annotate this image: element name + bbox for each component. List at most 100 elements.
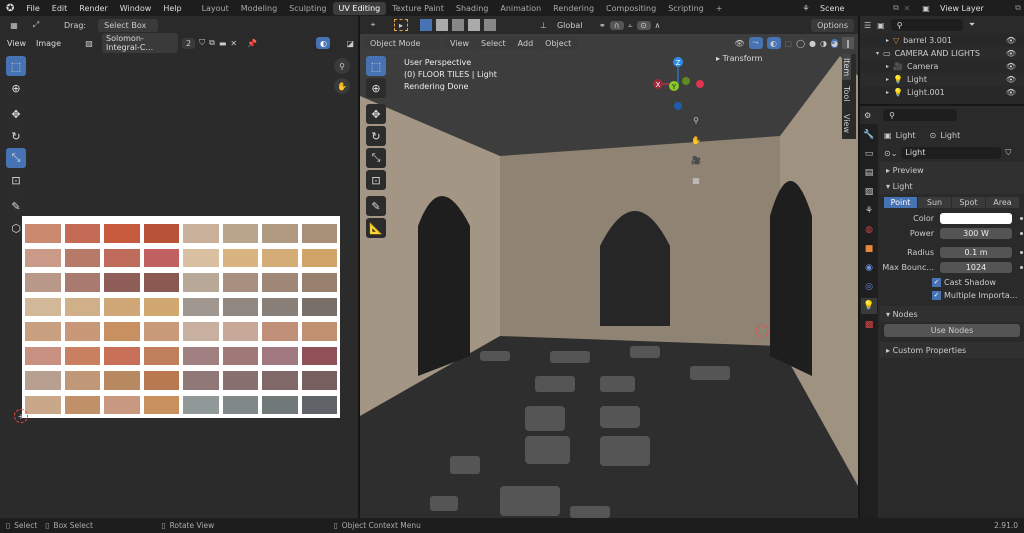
cursor-tool-icon[interactable]: ⊕ bbox=[6, 78, 26, 98]
outliner-item[interactable]: ▸ 🎥 Camera 👁 bbox=[860, 60, 1024, 73]
select-mode-subtract-icon[interactable] bbox=[452, 19, 464, 31]
annotate-tool-icon[interactable]: ✎ bbox=[6, 196, 26, 216]
visibility-eye-icon[interactable]: 👁 bbox=[1006, 36, 1016, 45]
move-tool-icon[interactable]: ✥ bbox=[6, 104, 26, 124]
keyframe-dot[interactable] bbox=[1020, 251, 1023, 254]
outliner-item[interactable]: ▾ ▭ CAMERA AND LIGHTS 👁 bbox=[860, 47, 1024, 60]
select-mode-new-icon[interactable] bbox=[420, 19, 432, 31]
render-tab-icon[interactable]: ▭ bbox=[861, 146, 877, 162]
menu-help[interactable]: Help bbox=[157, 4, 187, 13]
outliner-item[interactable]: ▸ ▽ barrel 3.001 👁 bbox=[860, 34, 1024, 47]
viewport-menu-add[interactable]: Add bbox=[511, 36, 540, 50]
menu-edit[interactable]: Edit bbox=[46, 4, 74, 13]
select-mode-intersect-icon[interactable] bbox=[484, 19, 496, 31]
light-data-tab-icon[interactable]: 💡 bbox=[861, 298, 877, 314]
view-layer-field[interactable]: View Layer bbox=[934, 2, 1012, 14]
expand-arrow-icon[interactable]: ▸ bbox=[886, 89, 889, 96]
visibility-eye-icon[interactable]: 👁 bbox=[1006, 88, 1016, 97]
viewport-menu-object[interactable]: Object bbox=[539, 36, 578, 50]
navigation-gizmo[interactable]: Z X Y bbox=[648, 54, 708, 114]
radius-field[interactable]: 0.1 m bbox=[940, 247, 1012, 258]
sidebar-tab-tool[interactable]: Tool bbox=[842, 80, 851, 108]
texture-tab-icon[interactable]: ▩ bbox=[861, 317, 877, 333]
multiple-importance-checkbox[interactable]: ✓ bbox=[932, 291, 941, 300]
scale-tool-icon[interactable]: ⤡ bbox=[6, 148, 26, 168]
pan-view-icon[interactable]: ✋ bbox=[334, 78, 350, 94]
light-type-point[interactable]: Point bbox=[884, 196, 917, 208]
expand-arrow-icon[interactable]: ▸ bbox=[886, 37, 889, 44]
pause-render-icon[interactable]: ‖ bbox=[842, 37, 854, 49]
2d-cursor-icon[interactable]: + bbox=[14, 409, 28, 423]
properties-editor-type-icon[interactable]: ⚙ bbox=[864, 111, 871, 120]
uv-menu-view[interactable]: View bbox=[4, 39, 29, 48]
vp-rotate-tool-icon[interactable]: ↻ bbox=[366, 126, 386, 146]
falloff-icon[interactable]: ∧ bbox=[655, 21, 661, 30]
blender-logo-icon[interactable]: ✪ bbox=[0, 3, 20, 14]
menu-window[interactable]: Window bbox=[114, 4, 158, 13]
transform-tool-icon[interactable]: ⊡ bbox=[6, 170, 26, 190]
viewport-menu-select[interactable]: Select bbox=[474, 36, 512, 50]
tab-modeling[interactable]: Modeling bbox=[235, 2, 283, 15]
vp-scale-tool-icon[interactable]: ⤡ bbox=[366, 148, 386, 168]
power-field[interactable]: 300 W bbox=[940, 228, 1012, 239]
properties-search[interactable]: ⚲ bbox=[883, 109, 958, 121]
color-swatch[interactable] bbox=[940, 213, 1012, 224]
tab-shading[interactable]: Shading bbox=[450, 2, 495, 15]
vp-measure-tool-icon[interactable]: 📐 bbox=[366, 218, 386, 238]
shading-wireframe-icon[interactable]: ◯ bbox=[796, 39, 805, 48]
output-tab-icon[interactable]: ▤ bbox=[861, 165, 877, 181]
duplicate-image-icon[interactable]: ⧉ bbox=[209, 38, 215, 48]
light-datablock-field[interactable]: Light bbox=[901, 147, 1002, 159]
vp-annotate-tool-icon[interactable]: ✎ bbox=[366, 196, 386, 216]
pivot-point-icon[interactable]: ⚭ bbox=[599, 21, 606, 30]
options-dropdown[interactable]: Options bbox=[811, 18, 854, 32]
rotate-tool-icon[interactable]: ↻ bbox=[6, 126, 26, 146]
scene-field[interactable]: Scene bbox=[814, 2, 890, 14]
orientation-icon[interactable]: ⊥ bbox=[540, 21, 547, 30]
copy-view-layer-icon[interactable]: ⧉ bbox=[1012, 3, 1024, 13]
pan-icon[interactable]: ✋ bbox=[688, 132, 704, 148]
expand-arrow-icon[interactable]: ▸ bbox=[886, 76, 889, 83]
tab-rendering[interactable]: Rendering bbox=[547, 2, 600, 15]
orientation-dropdown[interactable]: Global bbox=[550, 18, 595, 32]
nodes-panel-header[interactable]: ▾ Nodes bbox=[880, 306, 1024, 322]
shading-solid-icon[interactable]: ● bbox=[809, 39, 816, 48]
zoom-icon[interactable]: ⚲ bbox=[688, 112, 704, 128]
sidebar-tab-item[interactable]: Item bbox=[842, 54, 851, 81]
3d-viewport[interactable]: ⌖ ▸ ⊥ Global ⚭ ∩ ⫠ ⊙ ∧ Options Object Mo… bbox=[360, 16, 858, 518]
preview-panel-header[interactable]: ▸ Preview bbox=[880, 162, 1024, 178]
scene-tab-icon[interactable]: ⚘ bbox=[861, 203, 877, 219]
keyframe-dot[interactable] bbox=[1020, 217, 1023, 220]
display-mode-icon[interactable]: ☰ bbox=[864, 21, 871, 30]
xray-icon[interactable]: ▢ bbox=[785, 39, 793, 48]
uv-menu-image[interactable]: Image bbox=[33, 39, 64, 48]
mode-dropdown[interactable]: Object Mode bbox=[364, 36, 440, 50]
outliner-item[interactable]: ▸ 💡 Light 👁 bbox=[860, 73, 1024, 86]
outliner-item[interactable]: ▸ 💡 Light.001 👁 bbox=[860, 86, 1024, 99]
keyframe-dot[interactable] bbox=[1020, 266, 1023, 269]
gizmo-display-icon[interactable]: ◪ bbox=[346, 39, 354, 48]
sidebar-tab-view[interactable]: View bbox=[842, 108, 851, 139]
zoom-view-icon[interactable]: ⚲ bbox=[334, 58, 350, 74]
cast-shadow-checkbox[interactable]: ✓ bbox=[932, 278, 941, 287]
proportional-edit-icon[interactable]: ⊙ bbox=[636, 20, 651, 30]
vp-move-tool-icon[interactable]: ✥ bbox=[366, 104, 386, 124]
visibility-eye-icon[interactable]: 👁 bbox=[1006, 62, 1016, 71]
use-nodes-button[interactable]: Use Nodes bbox=[884, 323, 1020, 337]
tool-settings-tab-icon[interactable]: 🔧 bbox=[861, 127, 877, 143]
select-mode-extend-icon[interactable] bbox=[436, 19, 448, 31]
select-mode-invert-icon[interactable] bbox=[468, 19, 480, 31]
shading-material-icon[interactable]: ◑ bbox=[820, 39, 827, 48]
pin-icon[interactable]: 📌 bbox=[247, 39, 257, 48]
expand-arrow-icon[interactable]: ▸ bbox=[886, 63, 889, 70]
unlink-image-icon[interactable]: ✕ bbox=[230, 39, 237, 48]
keyframe-dot[interactable] bbox=[1020, 232, 1023, 235]
tab-sculpting[interactable]: Sculpting bbox=[283, 2, 332, 15]
open-folder-icon[interactable]: ▬ bbox=[219, 39, 227, 48]
tab-layout[interactable]: Layout bbox=[196, 2, 235, 15]
bounces-field[interactable]: 1024 bbox=[940, 262, 1012, 273]
object-tab-icon[interactable]: ■ bbox=[861, 241, 877, 257]
add-workspace-button[interactable]: + bbox=[710, 2, 729, 15]
light-type-sun[interactable]: Sun bbox=[918, 196, 951, 208]
copy-scene-icon[interactable]: ⧉ bbox=[890, 3, 902, 13]
